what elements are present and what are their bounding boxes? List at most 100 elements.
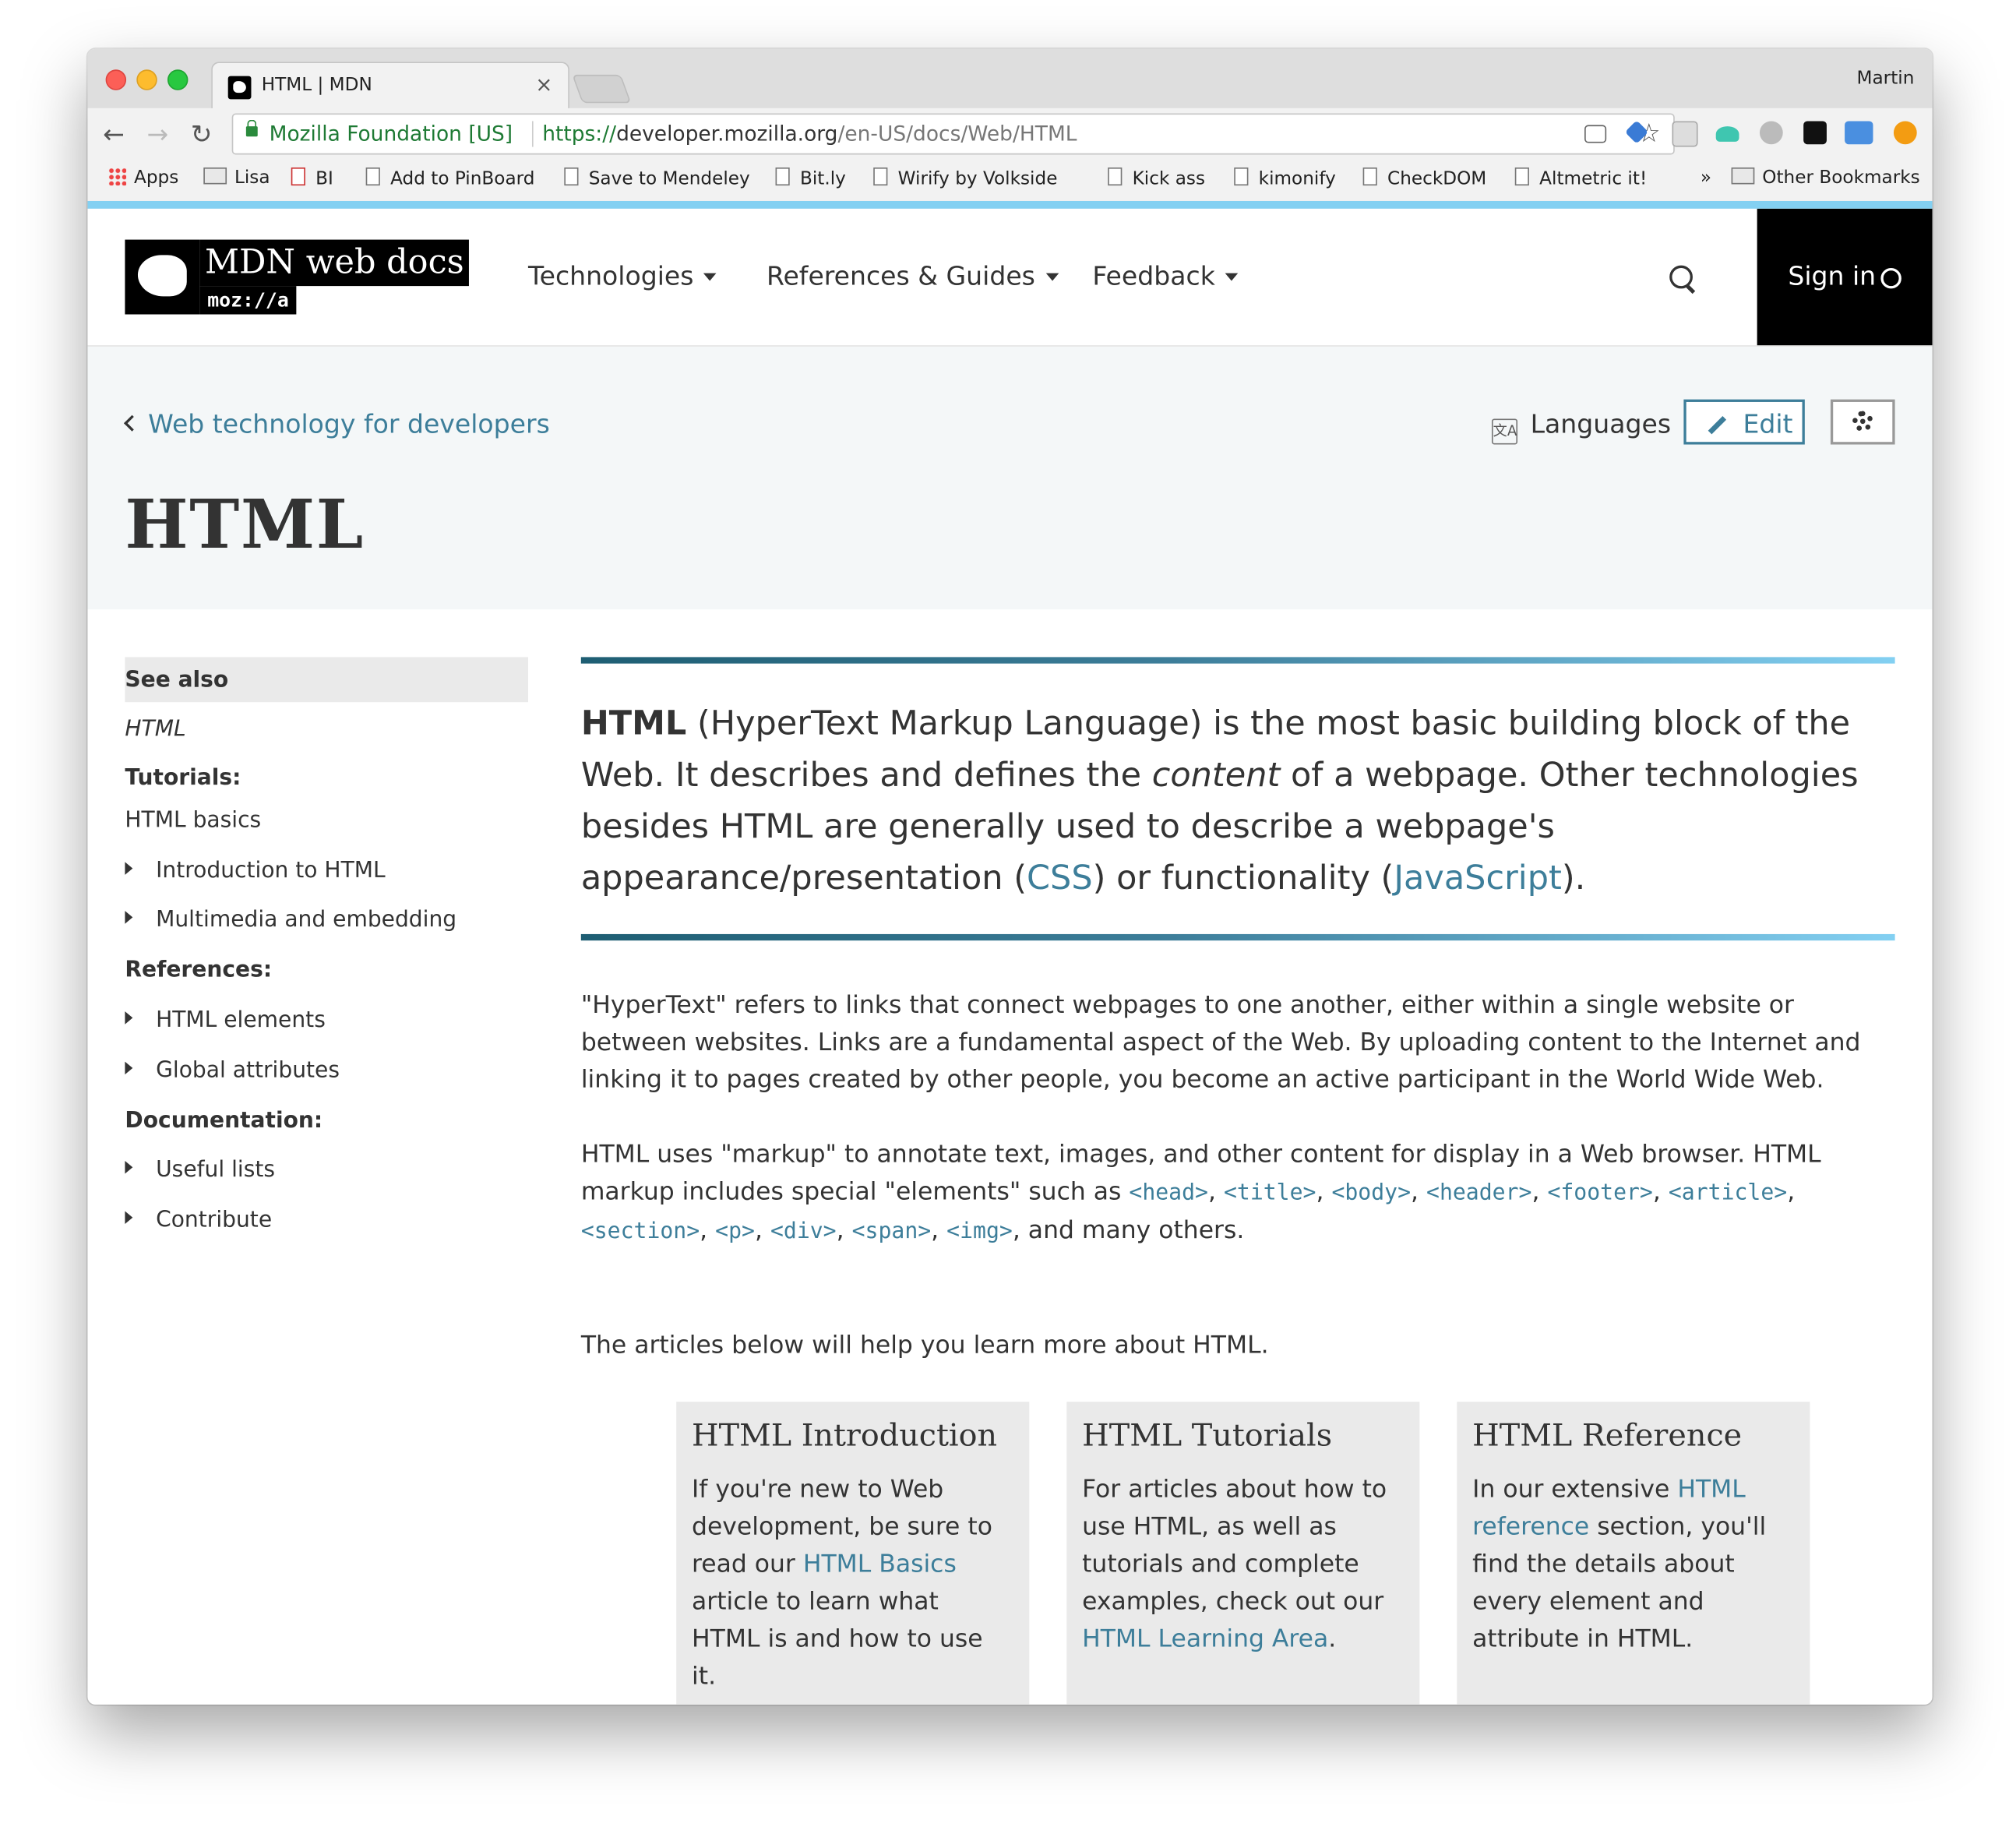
sidebar-item-label: Global attributes (156, 1057, 340, 1084)
zoom-window-button[interactable] (167, 69, 189, 90)
forward-arrow-icon[interactable]: → (147, 118, 169, 150)
amazon-icon[interactable] (1803, 121, 1827, 145)
card-title[interactable]: HTML Reference (1472, 1417, 1742, 1453)
sidebar-item-useful-lists[interactable]: Useful lists (125, 1157, 275, 1183)
chevron-left-icon (123, 414, 141, 432)
folder-icon (1731, 167, 1755, 185)
disclosure-triangle-icon (125, 911, 133, 924)
sidebar-item-multimedia[interactable]: Multimedia and embedding (125, 907, 456, 933)
bookmark-mendeley[interactable]: Save to Mendeley (564, 167, 750, 190)
folder-icon (203, 167, 227, 185)
code-element-link[interactable]: <p> (715, 1219, 755, 1244)
url-text[interactable]: https://developer.mozilla.org/en-US/docs… (542, 121, 1077, 145)
sidebar-item-introduction[interactable]: Introduction to HTML (125, 858, 386, 884)
sidebar-item-elements[interactable]: HTML elements (125, 1007, 326, 1033)
javascript-link[interactable]: JavaScript (1394, 859, 1562, 898)
more-bookmarks-chevron-icon[interactable]: » (1701, 168, 1711, 188)
sidebar-item-contribute[interactable]: Contribute (125, 1208, 272, 1233)
card-title[interactable]: HTML Tutorials (1082, 1417, 1332, 1453)
breadcrumb[interactable]: Web technology for developers (123, 408, 550, 439)
bookmark-altmetric[interactable]: Altmetric it! (1514, 167, 1647, 189)
code-element-link[interactable]: <footer> (1547, 1180, 1652, 1206)
grey-extension-icon[interactable] (1759, 121, 1783, 145)
bookmark-label: Save to Mendeley (588, 168, 750, 190)
search-icon[interactable] (1669, 265, 1693, 289)
sidebar-heading-references: References: (125, 957, 273, 983)
paragraph-intro-articles: The articles below will help you learn m… (580, 1331, 1269, 1360)
address-bar[interactable]: Mozilla Foundation [US] https://develope… (231, 113, 1675, 155)
sidebar-heading-documentation: Documentation: (125, 1108, 323, 1134)
card-html-reference: HTML Reference In our extensive HTML ref… (1457, 1402, 1810, 1705)
languages-button[interactable]: 文A Languages (1491, 408, 1671, 445)
bookmark-bi[interactable]: BI (291, 167, 333, 190)
sidebar-item-attributes[interactable]: Global attributes (125, 1058, 340, 1084)
edit-button[interactable]: Edit (1683, 399, 1805, 445)
code-element-link[interactable]: <article> (1669, 1180, 1787, 1206)
browser-window: HTML | MDN × Martin ← → ↻ Mozilla Founda… (87, 48, 1933, 1705)
settings-button[interactable] (1830, 399, 1895, 445)
code-element-link[interactable]: <img> (946, 1219, 1013, 1244)
nav-label: Feedback (1092, 260, 1215, 291)
sidebar-item-html-basics[interactable]: HTML basics (125, 808, 261, 834)
reload-icon[interactable]: ↻ (191, 118, 213, 150)
separator: , (754, 1216, 770, 1245)
close-window-button[interactable] (105, 69, 127, 90)
card-text: article to learn what HTML is and how to… (692, 1587, 983, 1691)
code-element-link[interactable]: <body> (1331, 1180, 1411, 1206)
code-element-link[interactable]: <span> (852, 1219, 932, 1244)
page-icon (1234, 167, 1249, 186)
new-tab-button[interactable] (572, 74, 632, 104)
cloud-extension-icon[interactable] (1715, 126, 1739, 142)
page-icon (775, 167, 790, 186)
sign-in-button[interactable]: Sign in (1757, 208, 1933, 346)
bookmark-kimonify[interactable]: kimonify (1234, 167, 1336, 189)
code-element-link[interactable]: <header> (1426, 1180, 1531, 1206)
edit-label: Edit (1743, 408, 1793, 439)
bookmark-other[interactable]: Other Bookmarks (1731, 167, 1920, 188)
profile-name[interactable]: Martin (1857, 69, 1915, 89)
bookmark-wirify[interactable]: Wirify by Volkside (873, 167, 1057, 189)
css-link[interactable]: CSS (1027, 859, 1093, 898)
tab-close-icon[interactable]: × (535, 72, 552, 97)
bookmark-kickass[interactable]: Kick ass (1108, 167, 1206, 190)
breadcrumb-link[interactable]: Web technology for developers (148, 408, 550, 439)
card-text: In our extensive (1472, 1475, 1678, 1504)
code-element-link[interactable]: <head> (1129, 1180, 1208, 1206)
title-bar: HTML | MDN × Martin (87, 48, 1933, 110)
pencil-icon (1708, 416, 1727, 435)
bookmark-label: BI (315, 168, 333, 190)
bookmark-lisa[interactable]: Lisa (203, 167, 270, 188)
calendar-extension-icon[interactable] (1845, 121, 1873, 145)
nav-feedback[interactable]: Feedback (1092, 260, 1239, 291)
upload-extension-icon[interactable] (1893, 121, 1917, 145)
nav-technologies[interactable]: Technologies (528, 260, 717, 291)
disclosure-triangle-icon (125, 862, 133, 875)
disclosure-triangle-icon (125, 1011, 133, 1025)
bookmark-pinboard[interactable]: Add to PinBoard (365, 167, 534, 189)
code-element-link[interactable]: <section> (581, 1219, 700, 1244)
bookmark-apps[interactable]: Apps (107, 167, 178, 188)
bookmark-checkdom[interactable]: CheckDOM (1362, 167, 1486, 189)
caret-down-icon (1045, 273, 1059, 281)
cast-icon[interactable] (1584, 125, 1607, 143)
nav-references-guides[interactable]: References & Guides (767, 260, 1059, 291)
card-html-introduction: HTML Introduction If you're new to Web d… (676, 1402, 1030, 1705)
mdn-favicon-icon (227, 76, 252, 100)
code-element-link[interactable]: <div> (770, 1219, 837, 1244)
disclosure-triangle-icon (125, 1211, 133, 1225)
css-extension-icon[interactable] (1672, 121, 1698, 147)
bookmark-bitly[interactable]: Bit.ly (775, 167, 846, 189)
bookmark-label: Kick ass (1132, 168, 1206, 190)
html-learning-area-link[interactable]: HTML Learning Area (1082, 1624, 1328, 1652)
sidebar-item-html[interactable]: HTML (125, 716, 185, 742)
url-path: /en-US/docs/Web/HTML (837, 121, 1077, 146)
browser-tab[interactable]: HTML | MDN × (211, 62, 569, 110)
separator: , (1652, 1177, 1669, 1206)
code-element-link[interactable]: <title> (1224, 1180, 1316, 1206)
card-text: For articles about how to use HTML, as w… (1082, 1475, 1387, 1616)
card-title[interactable]: HTML Introduction (692, 1417, 997, 1453)
mdn-logo[interactable]: MDN web docs moz://a (125, 239, 470, 315)
html-basics-link[interactable]: HTML Basics (803, 1550, 957, 1578)
back-arrow-icon[interactable]: ← (103, 118, 125, 150)
minimize-window-button[interactable] (136, 69, 157, 90)
